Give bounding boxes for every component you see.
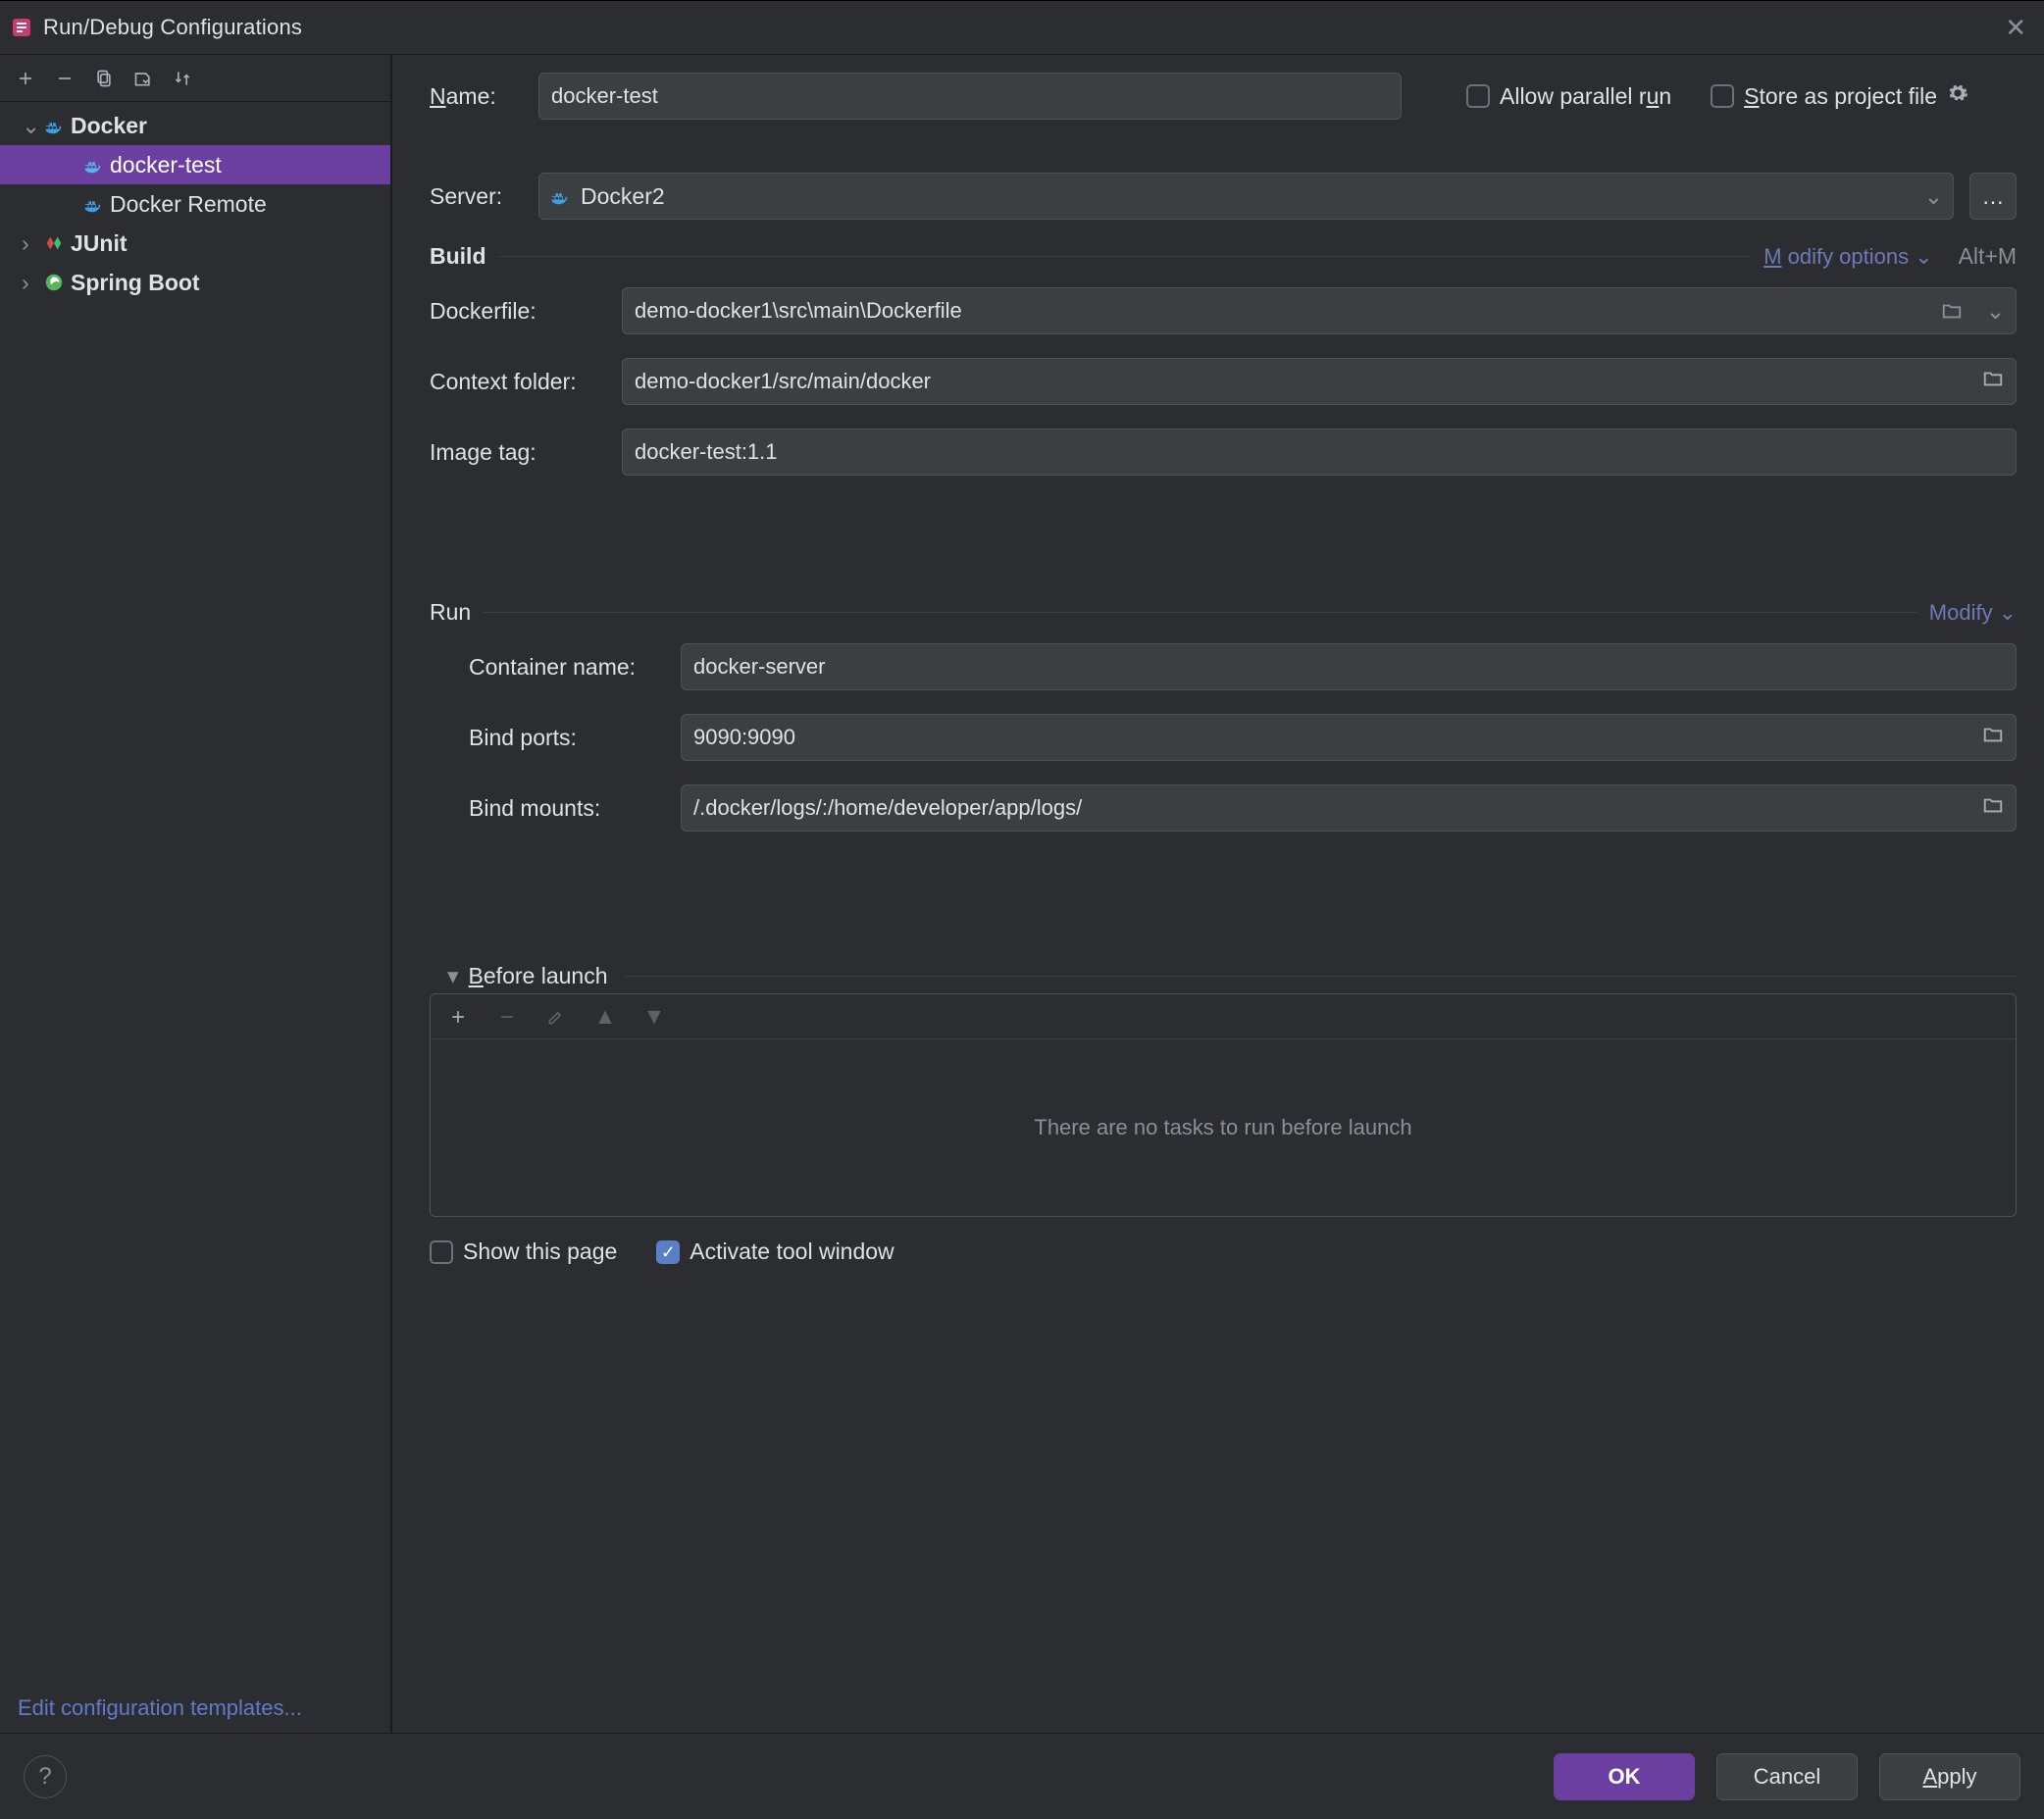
- app-icon: [10, 16, 33, 39]
- main-panel: Name: docker-test Allow parallel run Sto…: [392, 55, 2044, 1733]
- name-label: Name:: [430, 83, 523, 110]
- container-name-label: Container name:: [469, 654, 665, 681]
- server-browse-button[interactable]: …: [1969, 173, 2017, 220]
- bind-ports-input[interactable]: 9090:9090: [681, 714, 2017, 761]
- build-title: Build: [430, 243, 486, 270]
- sort-config-icon[interactable]: [167, 63, 198, 94]
- checkbox-icon: [1711, 84, 1734, 108]
- image-tag-input[interactable]: docker-test:1.1: [622, 429, 2017, 476]
- sidebar: ⌄ Docker docker-test Docker Remote › JUn…: [0, 55, 392, 1733]
- tree-item-label: JUnit: [71, 230, 128, 257]
- activate-tool-window-label: Activate tool window: [690, 1238, 894, 1265]
- sidebar-toolbar: [0, 55, 390, 102]
- folder-icon[interactable]: [1982, 724, 2004, 751]
- copy-config-icon[interactable]: [88, 63, 120, 94]
- docker-icon: [43, 115, 65, 136]
- before-launch-title: Before launch: [469, 963, 608, 989]
- folder-icon[interactable]: [1982, 794, 2004, 822]
- image-tag-label: Image tag:: [430, 439, 606, 466]
- apply-button[interactable]: Apply: [1879, 1753, 2020, 1800]
- tree-item-docker[interactable]: ⌄ Docker: [0, 106, 390, 145]
- collapse-icon[interactable]: ▾: [447, 963, 459, 989]
- checkbox-icon: [430, 1240, 453, 1264]
- edit-task-icon[interactable]: [540, 1001, 572, 1033]
- spring-icon: [43, 272, 65, 293]
- bind-mounts-input[interactable]: /.docker/logs/:/home/developer/app/logs/: [681, 784, 2017, 832]
- close-icon[interactable]: ✕: [2005, 13, 2026, 43]
- modify-options-link[interactable]: Modify options ⌄: [1763, 244, 1932, 270]
- run-title: Run: [430, 599, 471, 626]
- remove-config-icon[interactable]: [49, 63, 80, 94]
- checkbox-icon: [1466, 84, 1490, 108]
- dockerfile-input[interactable]: demo-docker1\src\main\Dockerfile: [622, 287, 1928, 334]
- chevron-down-icon: ⌄: [1915, 244, 1932, 270]
- container-name-input[interactable]: docker-server: [681, 643, 2017, 690]
- modify-link[interactable]: Modify ⌄: [1929, 600, 2017, 626]
- context-folder-input[interactable]: demo-docker1/src/main/docker: [622, 358, 2017, 405]
- tree-item-spring-boot[interactable]: › Spring Boot: [0, 263, 390, 302]
- chevron-down-icon: ⌄: [1924, 183, 1943, 210]
- store-as-project-label: Store as project file: [1744, 83, 1937, 110]
- docker-icon: [549, 185, 571, 207]
- remove-task-icon[interactable]: [491, 1001, 523, 1033]
- chevron-down-icon: ⌄: [22, 113, 37, 139]
- chevron-down-icon: ⌄: [1999, 600, 2017, 626]
- tree-item-label: Docker: [71, 113, 147, 139]
- move-down-icon[interactable]: ▼: [639, 1001, 670, 1033]
- context-folder-label: Context folder:: [430, 369, 606, 395]
- window-title: Run/Debug Configurations: [43, 15, 1995, 40]
- footer: ? OK Cancel Apply: [0, 1733, 2044, 1819]
- before-launch-box: ▲ ▼ There are no tasks to run before lau…: [430, 993, 2017, 1217]
- server-label: Server:: [430, 183, 523, 210]
- before-launch-toolbar: ▲ ▼: [431, 994, 2016, 1039]
- dockerfile-label: Dockerfile:: [430, 298, 606, 325]
- name-input[interactable]: docker-test: [538, 73, 1402, 120]
- docker-icon: [82, 193, 104, 215]
- modify-shortcut: Alt+M: [1959, 243, 2017, 270]
- chevron-right-icon: ›: [22, 270, 37, 296]
- bind-ports-label: Bind ports:: [469, 725, 665, 751]
- server-value: Docker2: [581, 183, 665, 210]
- dockerfile-browse-button[interactable]: [1928, 287, 1975, 334]
- gear-icon[interactable]: [1947, 82, 1968, 110]
- config-tree: ⌄ Docker docker-test Docker Remote › JUn…: [0, 102, 390, 302]
- docker-icon: [82, 154, 104, 176]
- tree-item-label: docker-test: [110, 152, 222, 178]
- show-this-page-label: Show this page: [463, 1238, 617, 1265]
- chevron-right-icon: ›: [22, 230, 37, 257]
- tree-item-label: Docker Remote: [110, 191, 267, 218]
- junit-icon: [43, 232, 65, 254]
- save-config-icon[interactable]: [128, 63, 159, 94]
- show-this-page-checkbox[interactable]: Show this page: [430, 1238, 617, 1265]
- tree-item-junit[interactable]: › JUnit: [0, 224, 390, 263]
- tree-item-docker-remote[interactable]: Docker Remote: [0, 184, 390, 224]
- add-config-icon[interactable]: [10, 63, 41, 94]
- before-launch-empty: There are no tasks to run before launch: [431, 1039, 2016, 1216]
- move-up-icon[interactable]: ▲: [589, 1001, 621, 1033]
- store-as-project-checkbox[interactable]: Store as project file: [1711, 82, 1968, 110]
- dockerfile-dropdown-button[interactable]: ⌄: [1975, 287, 2017, 334]
- edit-templates-link[interactable]: Edit configuration templates...: [18, 1695, 302, 1720]
- add-task-icon[interactable]: [442, 1001, 474, 1033]
- run-section-header: Run Modify ⌄: [430, 599, 2017, 626]
- cancel-button[interactable]: Cancel: [1716, 1753, 1858, 1800]
- bind-mounts-label: Bind mounts:: [469, 795, 665, 822]
- build-section-header: Build Modify options ⌄ Alt+M: [430, 243, 2017, 270]
- server-dropdown[interactable]: Docker2 ⌄: [538, 173, 1954, 220]
- allow-parallel-checkbox[interactable]: Allow parallel run: [1466, 83, 1671, 110]
- ok-button[interactable]: OK: [1554, 1753, 1695, 1800]
- folder-icon[interactable]: [1982, 368, 2004, 395]
- titlebar: Run/Debug Configurations ✕: [0, 0, 2044, 55]
- tree-item-docker-test[interactable]: docker-test: [0, 145, 390, 184]
- tree-item-label: Spring Boot: [71, 270, 200, 296]
- help-icon[interactable]: ?: [24, 1755, 67, 1798]
- checkbox-icon: [656, 1240, 680, 1264]
- allow-parallel-label: Allow parallel run: [1500, 83, 1671, 110]
- activate-tool-window-checkbox[interactable]: Activate tool window: [656, 1238, 894, 1265]
